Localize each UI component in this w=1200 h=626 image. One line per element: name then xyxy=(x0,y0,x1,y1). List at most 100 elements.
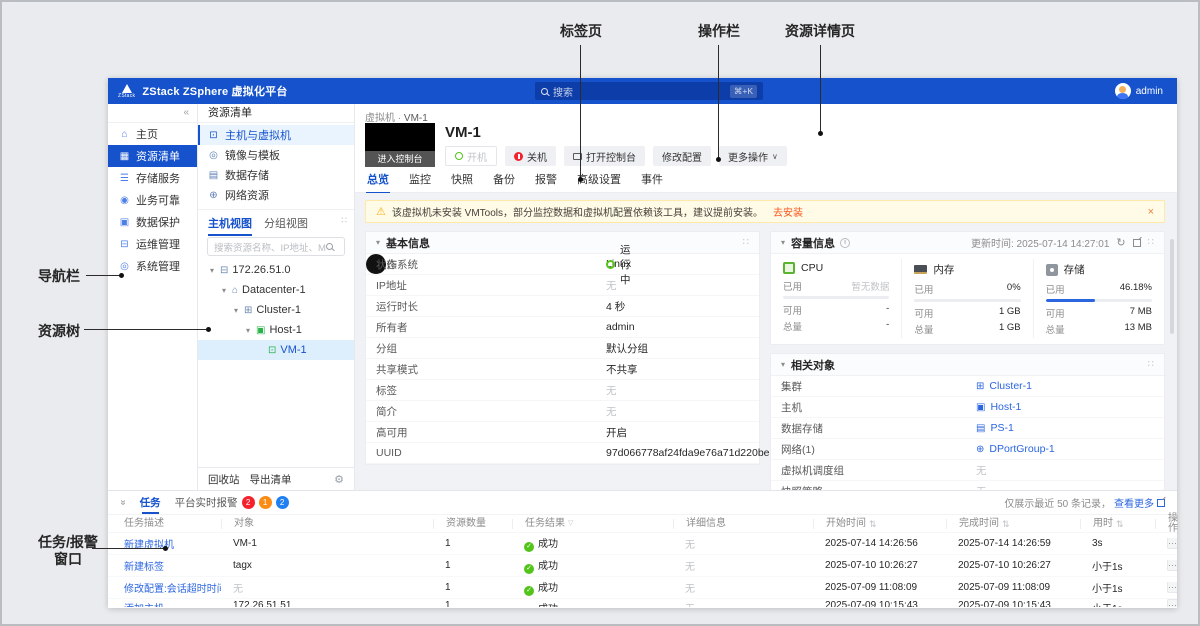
detail-tab[interactable]: 事件 xyxy=(640,168,664,192)
power-off-button[interactable]: 关机 xyxy=(505,146,556,166)
breadcrumb: 虚拟机 · VM-1 xyxy=(365,109,428,124)
info-label: 标签 xyxy=(376,383,606,398)
resource-type-item[interactable]: ⊡ 主机与虚拟机 xyxy=(198,125,354,145)
info-value: 无 xyxy=(606,404,617,419)
tab-platform-alarms[interactable]: 平台实时报警 2 1 2 xyxy=(175,491,289,514)
panel-caret-icon[interactable]: ▾ xyxy=(781,238,785,247)
sidebar-item-label: 资源清单 xyxy=(136,148,180,164)
task-result: 成功 xyxy=(512,535,673,552)
console-thumbnail[interactable]: 进入控制台 xyxy=(365,123,435,167)
collapse-panel-icon[interactable]: « xyxy=(117,500,128,506)
view-more-link[interactable]: 查看更多 xyxy=(1114,495,1154,510)
view-settings-icon[interactable]: ∷ xyxy=(341,215,346,226)
open-console-button[interactable]: 打开控制台 xyxy=(564,146,645,166)
tree-node-vm[interactable]: ⊡ VM-1 xyxy=(198,340,354,360)
info-label: 分组 xyxy=(376,341,606,356)
annotation-tab-page: 标签页 xyxy=(560,21,602,41)
sidebar-item[interactable]: ⌂ 主页 xyxy=(108,123,197,145)
detail-tab[interactable]: 报警 xyxy=(534,168,558,192)
caret-down-icon[interactable]: ▾ xyxy=(244,326,252,335)
sidebar-item[interactable]: ▦ 资源清单 xyxy=(108,145,197,167)
resource-type-item[interactable]: ◎ 镜像与模板 xyxy=(198,145,354,165)
more-actions-button[interactable] xyxy=(1167,582,1177,593)
collapse-sidebar-icon[interactable]: « xyxy=(183,107,189,118)
sidebar-item[interactable]: ◉ 业务可靠 xyxy=(108,189,197,211)
tree-node-cluster[interactable]: ▾ ⊞ Cluster-1 xyxy=(198,300,354,320)
caret-down-icon[interactable]: ▾ xyxy=(232,306,240,315)
task-desc-link[interactable]: 修改配置:会话超时时间 xyxy=(108,580,221,595)
tree-node-datacenter[interactable]: ▾ ⌂ Datacenter-1 xyxy=(198,280,354,300)
info-label: 所有者 xyxy=(376,320,606,335)
enter-console-button[interactable]: 进入控制台 xyxy=(365,151,435,167)
tree-node-host[interactable]: ▾ ▣ Host-1 xyxy=(198,320,354,340)
info-row: 分组 默认分组 xyxy=(366,338,759,359)
open-in-new-icon[interactable] xyxy=(1157,499,1165,507)
view-tab[interactable]: 分组视图 xyxy=(264,215,308,234)
task-panel-tabs: « 任务 平台实时报警 2 1 2 仅展示最近 50 条记录， 查看更多 xyxy=(108,491,1177,515)
more-actions-button[interactable] xyxy=(1167,560,1177,571)
resource-type-label: 镜像与模板 xyxy=(225,147,280,163)
alarm-count-badge: 2 xyxy=(242,496,255,509)
caret-down-icon[interactable]: ▾ xyxy=(208,266,216,275)
user-menu[interactable]: admin xyxy=(1115,83,1163,99)
sidebar-item[interactable]: ▣ 数据保护 xyxy=(108,211,197,233)
detail-tab[interactable]: 快照 xyxy=(450,168,474,192)
open-in-new-icon[interactable] xyxy=(1133,239,1141,247)
global-search-input[interactable]: 搜索 ⌘+K xyxy=(535,82,763,100)
related-value[interactable]: 无 xyxy=(976,463,987,478)
power-on-button[interactable]: 开机 xyxy=(445,146,497,166)
nav-sidebar: « ⌂ 主页 ▦ 资源清单 ☰ 存储服务 ◉ xyxy=(108,104,198,490)
drag-handle-icon[interactable]: ∷ xyxy=(1148,237,1154,248)
export-list-link[interactable]: 导出清单 xyxy=(250,472,292,487)
panel-caret-icon[interactable]: ▾ xyxy=(781,360,785,369)
tab-tasks[interactable]: 任务 xyxy=(140,491,161,514)
sidebar-item[interactable]: ⊟ 运维管理 xyxy=(108,233,197,255)
info-value: 不共享 xyxy=(606,362,638,377)
task-alarm-panel: « 任务 平台实时报警 2 1 2 仅展示最近 50 条记录， 查看更多 xyxy=(108,490,1177,608)
caret-down-icon[interactable]: ▾ xyxy=(220,286,228,295)
basic-info-header: ▾ 基本信息 ∷ xyxy=(366,232,759,254)
content-scrollbar[interactable] xyxy=(1170,239,1174,334)
install-link[interactable]: 去安装 xyxy=(773,204,803,219)
tree-search-input[interactable]: 搜索资源名称、IP地址、MA... xyxy=(207,237,345,256)
sort-icon[interactable]: ⇅ xyxy=(1002,519,1010,529)
detail-tab[interactable]: 总览 xyxy=(366,168,390,194)
more-operations-button[interactable]: 更多操作 ∨ xyxy=(719,146,787,166)
panel-caret-icon[interactable]: ▾ xyxy=(376,238,380,247)
detail-tab[interactable]: 备份 xyxy=(492,168,516,192)
warning-icon: ⚠ xyxy=(376,205,386,218)
resource-type-list: ⊡ 主机与虚拟机 ◎ 镜像与模板 ▤ 数据存储 ⊕ xyxy=(198,123,354,210)
more-actions-button[interactable] xyxy=(1167,599,1177,607)
memory-available: 1 GB xyxy=(999,306,1021,320)
info-label: 共享模式 xyxy=(376,362,606,377)
resource-type-item[interactable]: ▤ 数据存储 xyxy=(198,165,354,185)
detail-tab[interactable]: 监控 xyxy=(408,168,432,192)
task-count: 1 xyxy=(433,599,512,607)
recycle-bin-link[interactable]: 回收站 xyxy=(208,472,240,487)
modify-config-button[interactable]: 修改配置 xyxy=(653,146,711,166)
filter-icon[interactable]: ▽ xyxy=(568,519,573,529)
drag-handle-icon[interactable]: ∷ xyxy=(1148,359,1154,370)
view-tab[interactable]: 主机视图 xyxy=(208,215,252,236)
task-desc-link[interactable]: 添加主机 xyxy=(108,599,221,607)
related-value[interactable]: Host-1 xyxy=(990,401,1021,413)
task-desc-link[interactable]: 新建标签 xyxy=(108,558,221,573)
refresh-icon[interactable]: ↻ xyxy=(1116,236,1125,249)
drag-handle-icon[interactable]: ∷ xyxy=(743,237,749,248)
sort-icon[interactable]: ⇅ xyxy=(869,519,877,529)
gear-icon[interactable]: ⚙ xyxy=(334,473,344,486)
resource-type-item[interactable]: ⊕ 网络资源 xyxy=(198,185,354,205)
more-actions-button[interactable] xyxy=(1167,538,1177,549)
related-value[interactable]: DPortGroup-1 xyxy=(989,443,1054,455)
task-start-time: 2025-07-14 14:26:56 xyxy=(813,538,946,549)
tree-node-vcenter[interactable]: ▾ ⊟ 172.26.51.0 xyxy=(198,260,354,280)
sort-icon[interactable]: ⇅ xyxy=(1116,519,1124,529)
related-value[interactable]: PS-1 xyxy=(990,422,1013,434)
related-value[interactable]: Cluster-1 xyxy=(989,380,1032,392)
storage-capacity: 存储 已用 46.18% 可用 7 MB xyxy=(1033,259,1164,338)
capacity-body: CPU 已用 暂无数据 可用 - xyxy=(771,254,1164,344)
sidebar-item[interactable]: ☰ 存储服务 xyxy=(108,167,197,189)
storage-usage-bar xyxy=(1046,299,1152,302)
close-icon[interactable]: × xyxy=(1148,206,1154,218)
info-value-wrap: 无 xyxy=(606,383,617,398)
